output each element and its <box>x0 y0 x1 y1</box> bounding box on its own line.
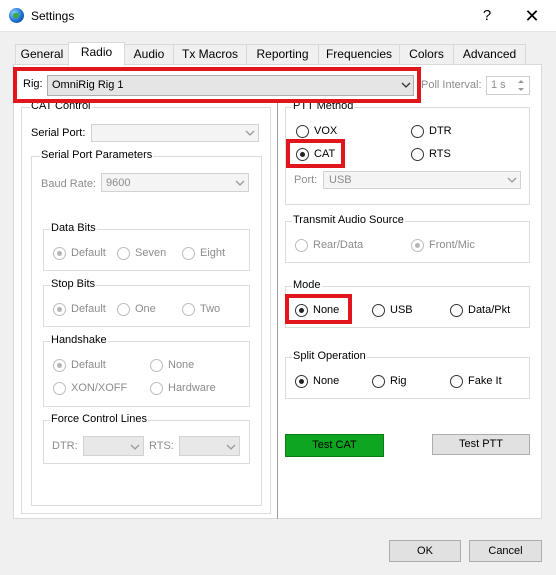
stop-bits-one-radio[interactable] <box>117 303 130 316</box>
ptt-vox-label: VOX <box>314 125 338 137</box>
tx-audio-title: Transmit Audio Source <box>292 214 405 226</box>
chevron-down-icon <box>235 180 245 186</box>
stop-bits-title: Stop Bits <box>50 278 97 290</box>
split-fakeit-label: Fake It <box>468 375 502 387</box>
handshake-xonxoff-label: XON/XOFF <box>71 382 128 394</box>
split-rig-radio[interactable] <box>372 375 385 388</box>
tab-tx-macros[interactable]: Tx Macros <box>173 44 247 64</box>
handshake-xonxoff-radio[interactable] <box>53 382 66 395</box>
chevron-down-icon <box>507 177 517 183</box>
ptt-cat-highlight-box <box>286 139 345 168</box>
handshake-default-radio[interactable] <box>53 359 66 372</box>
dtr-label: DTR: <box>52 440 78 452</box>
data-bits-default-label: Default <box>71 247 106 259</box>
chevron-down-icon <box>245 130 255 136</box>
poll-interval-label: Poll Interval: <box>421 79 482 91</box>
handshake-hardware-radio[interactable] <box>150 382 163 395</box>
window-title: Settings <box>31 9 75 23</box>
handshake-none-radio[interactable] <box>150 359 163 372</box>
close-button[interactable]: ✕ <box>510 4 554 28</box>
stop-bits-default-radio[interactable] <box>53 303 66 316</box>
ptt-dtr-radio[interactable] <box>411 125 424 138</box>
rts-label: RTS: <box>149 440 174 452</box>
rig-highlight-box <box>13 67 421 103</box>
ptt-port-label: Port: <box>294 174 318 186</box>
ptt-rts-label: RTS <box>429 148 451 160</box>
handshake-default-label: Default <box>71 359 106 371</box>
ptt-port-value: USB <box>329 174 352 186</box>
data-bits-default-radio[interactable] <box>53 247 66 260</box>
mode-none-highlight-box <box>285 294 352 324</box>
data-bits-seven-radio[interactable] <box>117 247 130 260</box>
handshake-group <box>43 341 250 407</box>
stop-bits-default-label: Default <box>71 303 106 315</box>
handshake-title: Handshake <box>50 334 108 346</box>
stop-bits-one-label: One <box>135 303 156 315</box>
tx-audio-front-label: Front/Mic <box>429 239 475 251</box>
serial-port-select[interactable] <box>91 124 259 142</box>
spin-arrows-icon[interactable] <box>515 77 527 94</box>
mode-usb-radio[interactable] <box>372 304 385 317</box>
cancel-button[interactable]: Cancel <box>469 540 542 562</box>
vertical-separator <box>277 101 278 519</box>
app-globe-icon <box>9 8 24 23</box>
ptt-vox-radio[interactable] <box>296 125 309 138</box>
data-bits-seven-label: Seven <box>135 247 167 259</box>
tab-reporting[interactable]: Reporting <box>246 44 319 64</box>
mode-datapkt-radio[interactable] <box>450 304 463 317</box>
ok-button[interactable]: OK <box>389 540 461 562</box>
tab-frequencies[interactable]: Frequencies <box>318 44 400 64</box>
test-cat-button[interactable]: Test CAT <box>285 434 384 457</box>
tx-audio-rear-radio[interactable] <box>295 239 308 252</box>
tab-advanced[interactable]: Advanced <box>453 44 526 64</box>
stop-bits-two-radio[interactable] <box>182 303 195 316</box>
tab-radio[interactable]: Radio <box>68 42 125 66</box>
ptt-rts-radio[interactable] <box>411 148 424 161</box>
baud-rate-value: 9600 <box>106 177 131 189</box>
tx-audio-rear-label: Rear/Data <box>313 239 364 251</box>
serial-params-title: Serial Port Parameters <box>40 149 154 161</box>
handshake-none-label: None <box>168 359 195 371</box>
chevron-down-icon <box>130 444 140 450</box>
ptt-dtr-label: DTR <box>429 125 452 137</box>
serial-port-label: Serial Port: <box>31 127 86 139</box>
chevron-down-icon <box>226 444 236 450</box>
force-lines-title: Force Control Lines <box>50 413 148 425</box>
mode-usb-label: USB <box>390 304 413 316</box>
ptt-port-select[interactable] <box>323 171 521 189</box>
tab-audio[interactable]: Audio <box>124 44 174 64</box>
split-rig-label: Rig <box>390 375 407 387</box>
tab-general[interactable]: General <box>15 44 69 64</box>
split-none-radio[interactable] <box>295 375 308 388</box>
data-bits-title: Data Bits <box>50 222 97 234</box>
split-none-label: None <box>313 375 340 387</box>
handshake-hardware-label: Hardware <box>168 382 216 394</box>
poll-interval-value: 1 s <box>491 79 506 91</box>
data-bits-eight-label: Eight <box>200 247 226 259</box>
mode-title: Mode <box>292 279 322 291</box>
data-bits-eight-radio[interactable] <box>182 247 195 260</box>
tx-audio-front-radio[interactable] <box>411 239 424 252</box>
tab-colors[interactable]: Colors <box>399 44 454 64</box>
split-title: Split Operation <box>292 350 367 362</box>
test-ptt-button[interactable]: Test PTT <box>432 434 530 455</box>
split-fakeit-radio[interactable] <box>450 375 463 388</box>
stop-bits-two-label: Two <box>200 303 221 315</box>
help-button[interactable]: ? <box>464 4 510 28</box>
baud-rate-label: Baud Rate: <box>41 178 97 190</box>
mode-datapkt-label: Data/Pkt <box>468 304 511 316</box>
